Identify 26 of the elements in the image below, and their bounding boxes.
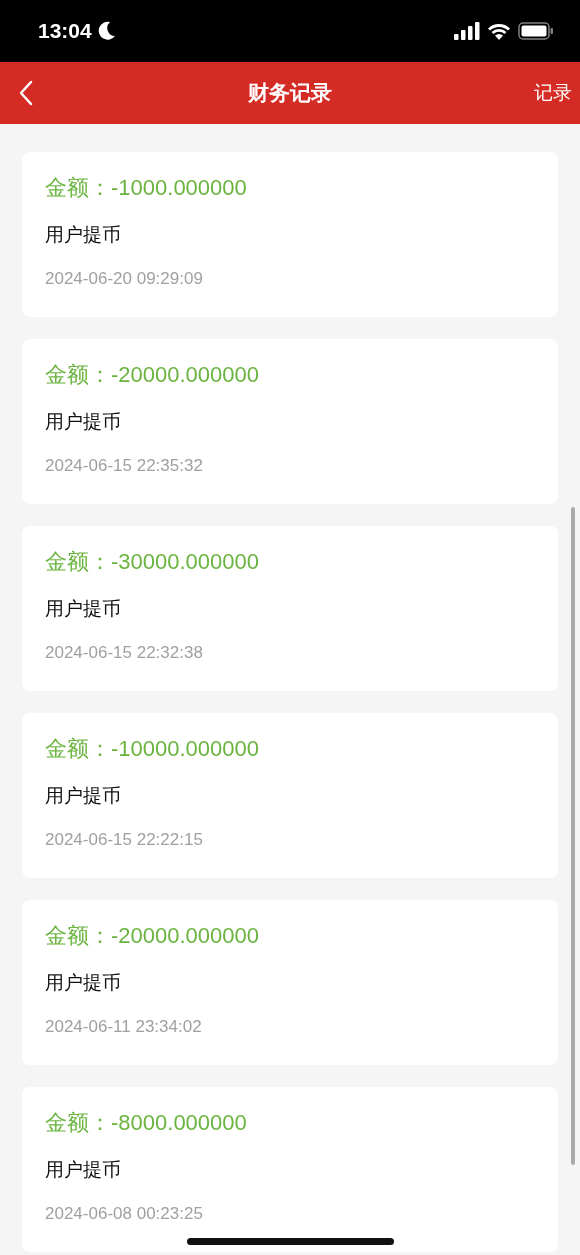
amount-text: 金额：-8000.000000 [45, 1110, 247, 1135]
record-description: 用户提币 [45, 1159, 121, 1180]
signal-icon [454, 22, 480, 40]
records-button[interactable]: 记录 [534, 80, 572, 106]
page-title: 财务记录 [248, 81, 332, 104]
record-description: 用户提币 [45, 598, 121, 619]
record-description: 用户提币 [45, 972, 121, 993]
back-button[interactable] [18, 80, 34, 106]
amount-text: 金额：-20000.000000 [45, 923, 260, 948]
record-description: 用户提币 [45, 224, 121, 245]
wifi-icon [487, 22, 511, 40]
record-time: 2024-06-11 23:34:02 [45, 1017, 202, 1036]
battery-icon [518, 22, 554, 40]
moon-icon [97, 21, 116, 41]
record-time: 2024-06-15 22:35:32 [45, 456, 203, 475]
record-description: 用户提币 [45, 411, 121, 432]
amount-text: 金额：-1000.000000 [45, 175, 247, 200]
record-description: 用户提币 [45, 785, 121, 806]
record-time: 2024-06-20 09:29:09 [45, 269, 203, 288]
amount-text: 金额：-10000.000000 [45, 736, 260, 761]
record-time: 2024-06-08 00:23:25 [45, 1204, 203, 1223]
amount-text: 金额：-20000.000000 [45, 362, 260, 387]
amount-text: 金额：-30000.000000 [45, 549, 260, 574]
record-time: 2024-06-15 22:32:38 [45, 643, 203, 662]
record-time: 2024-06-15 22:22:15 [45, 830, 203, 849]
clock-time: 13:04 [38, 19, 92, 43]
